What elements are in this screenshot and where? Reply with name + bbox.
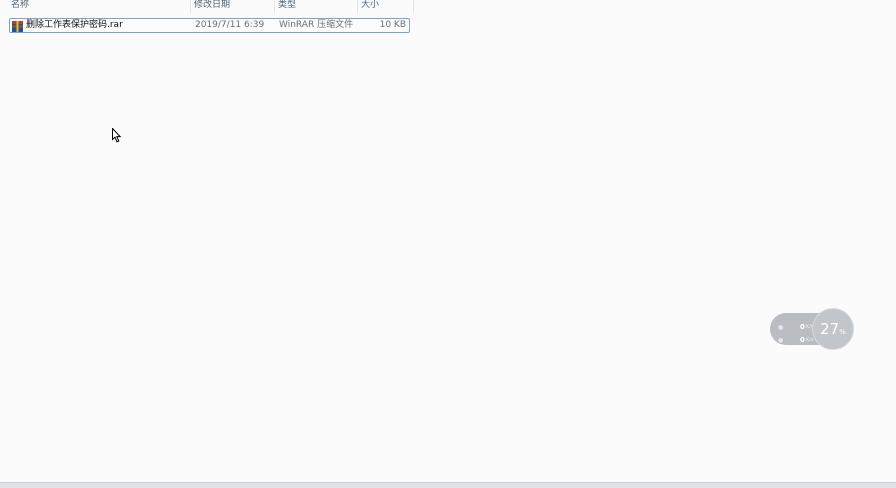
upload-speed-row: ● 0 K/s <box>778 322 813 332</box>
mouse-pointer-icon <box>112 127 122 143</box>
network-speed-widget[interactable]: ● 0 K/s ● 0 K/s 27 % <box>770 308 856 350</box>
column-header-size[interactable]: 大小 <box>358 0 414 13</box>
download-speed-value: 0 <box>800 336 805 344</box>
column-header-type[interactable]: 类型 <box>275 0 358 13</box>
status-bar-edge <box>0 482 896 488</box>
file-row[interactable]: 删除工作表保护密码.rar 2019/7/11 6:39 WinRAR 压缩文件… <box>9 18 410 33</box>
download-speed-row: ● 0 K/s <box>778 335 813 345</box>
download-arrow-icon: ● <box>778 336 784 344</box>
file-name: 删除工作表保护密码.rar <box>26 20 123 30</box>
upload-arrow-icon: ● <box>778 323 784 331</box>
upload-speed-value: 0 <box>800 323 805 331</box>
file-type: WinRAR 压缩文件 <box>279 20 354 30</box>
memory-usage-circle[interactable]: 27 % <box>812 308 854 350</box>
file-name-cell[interactable]: 删除工作表保护密码.rar <box>12 19 123 32</box>
file-size: 10 KB <box>379 20 406 30</box>
memory-usage-percent: 27 <box>820 320 840 338</box>
winrar-archive-icon <box>12 20 23 32</box>
column-header-date[interactable]: 修改日期 <box>191 0 275 13</box>
download-speed-unit: K/s <box>805 337 814 343</box>
percent-sign: % <box>839 327 846 336</box>
file-date: 2019/7/11 6:39 <box>195 20 265 30</box>
column-header-bar: 名称 修改日期 类型 大小 <box>0 0 414 13</box>
column-header-name[interactable]: 名称 <box>8 0 191 13</box>
